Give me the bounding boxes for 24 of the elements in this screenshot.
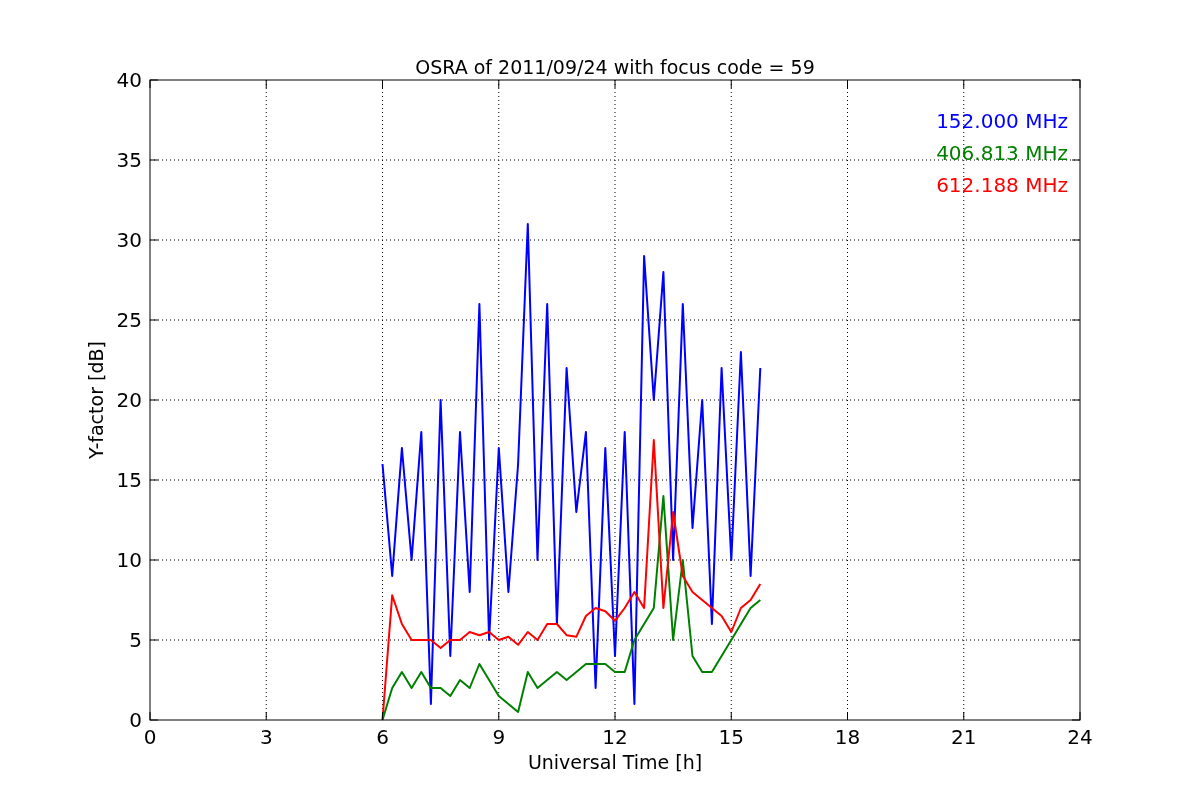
legend-label: 406.813 MHz xyxy=(936,141,1068,165)
x-tick-label: 12 xyxy=(602,725,628,749)
x-tick-label: 0 xyxy=(143,725,157,749)
x-tick-label: 9 xyxy=(492,725,506,749)
legend-label: 612.188 MHz xyxy=(936,173,1068,197)
chart-title: OSRA of 2011/09/24 with focus code = 59 xyxy=(415,56,815,78)
x-tick-label: 18 xyxy=(834,725,861,749)
y-tick-label: 25 xyxy=(116,308,142,332)
y-tick-label: 30 xyxy=(116,228,142,252)
y-tick-label: 10 xyxy=(116,548,142,572)
x-axis-label: Universal Time [h] xyxy=(527,751,703,773)
x-tick-label: 6 xyxy=(376,725,389,749)
y-axis-label: Y-factor [dB] xyxy=(85,341,107,459)
x-tick-label: 15 xyxy=(718,725,744,749)
x-tick-label: 3 xyxy=(259,725,273,749)
y-tick-label: 40 xyxy=(116,68,142,92)
y-tick-label: 5 xyxy=(129,628,142,652)
y-tick-label: 35 xyxy=(116,148,142,172)
y-tick-label: 15 xyxy=(116,468,142,492)
x-tick-label: 24 xyxy=(1067,725,1093,749)
x-tick-label: 21 xyxy=(951,725,977,749)
y-tick-label: 0 xyxy=(129,708,142,732)
y-tick-label: 20 xyxy=(116,388,142,412)
legend-label: 152.000 MHz xyxy=(936,109,1068,133)
